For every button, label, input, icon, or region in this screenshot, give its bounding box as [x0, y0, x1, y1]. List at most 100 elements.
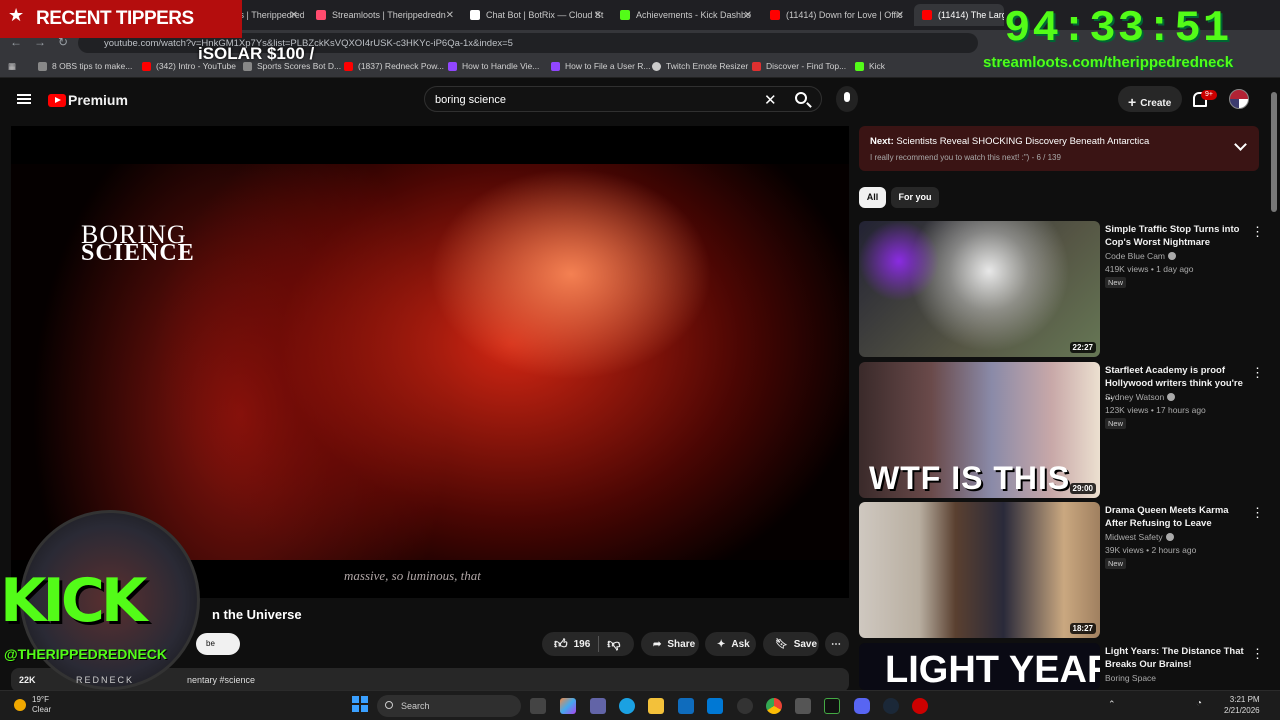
plus-icon: + — [1128, 94, 1137, 110]
bookmark-discover[interactable]: Discover - Find Top... — [752, 61, 846, 71]
close-icon[interactable]: ✕ — [446, 10, 454, 21]
bookmark-kick[interactable]: Kick — [855, 61, 885, 71]
recommended-video[interactable]: 18:27 Drama Queen Meets Karma After Refu… — [859, 502, 1269, 638]
bookmark-obs-tips[interactable]: 8 OBS tips to make... — [38, 61, 132, 71]
wifi-icon[interactable]: ◔ — [1196, 698, 1202, 709]
more-actions-button[interactable]: ⋯ — [825, 632, 849, 656]
subscribe-button[interactable]: be — [196, 633, 240, 655]
recommended-video[interactable]: 22:27 Simple Traffic Stop Turns into Cop… — [859, 221, 1269, 357]
system-clock[interactable]: 3:21 PM 2/21/2026 — [1224, 694, 1260, 716]
taskbar-search[interactable]: Search — [377, 695, 521, 717]
chip-all[interactable]: All — [859, 187, 886, 208]
youtube-logo[interactable]: Premium — [48, 92, 128, 108]
channel-name[interactable]: Code Blue Cam — [1105, 251, 1177, 261]
file-explorer-icon[interactable] — [648, 698, 664, 714]
bookmark-label: (1837) Redneck Pow... — [358, 61, 444, 71]
like-icon[interactable]: 👍︎ — [554, 636, 568, 652]
create-button[interactable]: + Create — [1118, 86, 1182, 112]
video-thumbnail[interactable]: 22:27 — [859, 221, 1100, 357]
search-input[interactable]: boring science — [435, 94, 506, 106]
next-video-line: Next: Scientists Reveal SHOCKING Discove… — [870, 136, 1149, 147]
discord-icon[interactable] — [854, 698, 870, 714]
like-dislike-group: 👍︎ 196 👎︎ — [542, 632, 634, 656]
dislike-icon[interactable]: 👎︎ — [607, 636, 620, 652]
save-button[interactable]: 🔖︎ Save — [763, 632, 819, 656]
terminal-icon[interactable] — [824, 698, 840, 714]
channel-name[interactable]: Sydney Watson — [1105, 392, 1176, 402]
bookmark-file-report[interactable]: How to File a User R... — [551, 61, 651, 71]
video-thumbnail[interactable]: WTF IS THIS 29:00 — [859, 362, 1100, 498]
video-title[interactable]: Drama Queen Meets Karma After Refusing t… — [1105, 504, 1245, 530]
tab-youtube-1[interactable]: (11414) Down for Love | Offic ✕ — [762, 4, 910, 26]
weather-icon — [14, 699, 26, 711]
close-icon[interactable]: ✕ — [744, 10, 752, 21]
close-icon[interactable]: ✕ — [290, 10, 298, 21]
steam-icon[interactable] — [883, 698, 899, 714]
playlist-next-panel[interactable]: Next: Scientists Reveal SHOCKING Discove… — [859, 126, 1259, 171]
task-view-icon[interactable] — [530, 698, 546, 714]
bookmark-redneck-pow[interactable]: (1837) Redneck Pow... — [344, 61, 444, 71]
tipper-entry: iSOLAR $100 / — [198, 44, 315, 63]
chip-for-you[interactable]: For you — [891, 187, 939, 208]
video-title[interactable]: Simple Traffic Stop Turns into Cop's Wor… — [1105, 223, 1245, 249]
botrix-icon — [470, 10, 480, 20]
recording-icon[interactable] — [912, 698, 928, 714]
chrome-icon[interactable] — [766, 698, 782, 714]
teams-icon[interactable] — [590, 698, 606, 714]
search-icon[interactable] — [795, 92, 807, 104]
tab-youtube-active[interactable]: (11414) The Largest — [914, 4, 1004, 26]
view-count: 22K — [19, 675, 36, 685]
edge-icon[interactable] — [619, 698, 635, 714]
recommended-video[interactable]: WTF IS THIS 29:00 Starfleet Academy is p… — [859, 362, 1269, 498]
windows-start-icon[interactable] — [352, 696, 368, 712]
bookmark-emote-resizer[interactable]: Twitch Emote Resizer — [652, 61, 748, 71]
tab-label: Streamloots | Therippedredn — [332, 10, 446, 20]
bookmark-handle-viewers[interactable]: How to Handle Vie... — [448, 61, 539, 71]
apps-icon[interactable]: ▦ — [8, 61, 16, 72]
avatar[interactable] — [1229, 89, 1249, 109]
microphone-icon[interactable] — [836, 86, 858, 112]
chevron-down-icon[interactable] — [1234, 138, 1247, 151]
kick-logo-text: KICK — [0, 566, 147, 636]
tab-kick-dashboard[interactable]: Achievements - Kick Dashbo ✕ — [612, 4, 758, 26]
bookmark-label: 8 OBS tips to make... — [52, 61, 133, 71]
next-title: Scientists Reveal SHOCKING Discovery Ben… — [896, 136, 1150, 147]
channel-name[interactable]: Boring Space — [1105, 673, 1156, 683]
outlook-icon[interactable] — [707, 698, 723, 714]
recommended-video[interactable]: LIGHT YEARS Light Years: The Distance Th… — [859, 643, 1269, 690]
clear-icon[interactable]: ✕ — [764, 91, 777, 109]
video-thumbnail[interactable]: 18:27 — [859, 502, 1100, 638]
store-icon[interactable] — [678, 698, 694, 714]
copilot-icon[interactable] — [560, 698, 576, 714]
close-icon[interactable]: ✕ — [594, 10, 602, 21]
more-vert-icon[interactable]: ⋮ — [1251, 646, 1264, 662]
weather-widget[interactable]: 19°F Clear — [32, 695, 51, 715]
clock-date: 2/21/2026 — [1224, 706, 1260, 715]
video-frame[interactable]: BORING SCIENCE massive, so luminous, tha… — [11, 164, 849, 583]
bookmark-label: Discover - Find Top... — [766, 61, 847, 71]
more-vert-icon[interactable]: ⋮ — [1251, 224, 1264, 240]
taskbar-search-label: Search — [401, 701, 430, 711]
search-box[interactable]: boring science ✕ — [424, 86, 822, 112]
share-button[interactable]: ➦ Share — [641, 632, 699, 656]
youtube-header: Premium boring science ✕ + Create — [0, 80, 1280, 120]
channel-name[interactable]: Midwest Safety — [1105, 532, 1174, 542]
page-scrollbar[interactable] — [1271, 92, 1277, 212]
video-title[interactable]: Light Years: The Distance That Breaks Ou… — [1105, 645, 1245, 671]
video-thumbnail[interactable]: LIGHT YEARS — [859, 643, 1100, 690]
video-overlay-title-line2: SCIENCE — [81, 240, 195, 266]
menu-icon[interactable] — [17, 94, 31, 104]
tab-botrix[interactable]: Chat Bot | BotRix — Cloud St ✕ — [462, 4, 608, 26]
video-caption: massive, so luminous, that — [344, 568, 481, 583]
more-vert-icon[interactable]: ⋮ — [1251, 365, 1264, 381]
thumbnail-text: LIGHT YEARS — [885, 649, 1100, 690]
obs-icon[interactable] — [737, 698, 753, 714]
close-icon[interactable]: ✕ — [896, 10, 904, 21]
tray-chevron-icon[interactable]: ⌃ — [1108, 699, 1116, 710]
tab-streamloots-2[interactable]: Streamloots | Therippedredn ✕ — [308, 4, 460, 26]
tab-label: Chat Bot | BotRix — Cloud St — [486, 10, 604, 20]
ask-button[interactable]: ✦ Ask — [705, 632, 756, 656]
like-count[interactable]: 196 — [574, 639, 591, 650]
more-vert-icon[interactable]: ⋮ — [1251, 505, 1264, 521]
snipping-tool-icon[interactable] — [795, 698, 811, 714]
